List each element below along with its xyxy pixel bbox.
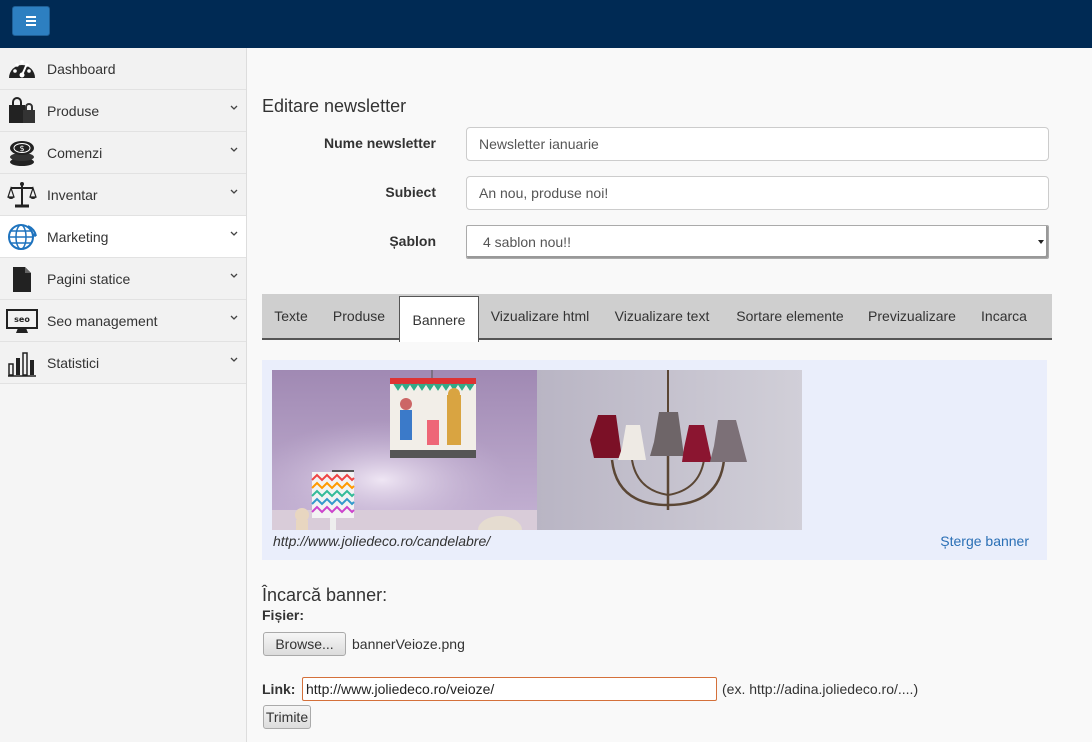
chevron-down-icon: [230, 315, 238, 320]
upload-banner-title: Încarcă banner:: [262, 585, 388, 605]
dashboard-gauge-icon: [6, 54, 38, 84]
template-select-value: 4 sablon nou!!: [483, 234, 571, 250]
delete-banner-link[interactable]: Șterge banner: [940, 533, 1029, 549]
svg-text:$: $: [19, 144, 24, 153]
tab-sortare-elemente[interactable]: Sortare elemente: [723, 294, 857, 338]
hamburger-menu-button[interactable]: [12, 6, 50, 36]
hamburger-icon: [26, 16, 36, 18]
file-label: Fișier:: [262, 607, 305, 623]
sidebar-item-label: Pagini statice: [47, 270, 131, 287]
chevron-down-icon: [230, 147, 238, 152]
tab-previzualizare[interactable]: Previzualizare: [857, 294, 967, 338]
newsletter-tabs: Texte Produse Bannere Vizualizare html V…: [262, 294, 1052, 342]
tab-texte[interactable]: Texte: [262, 294, 320, 338]
document-icon: [6, 264, 38, 294]
sidebar-item-pagini-statice[interactable]: Pagini statice: [0, 258, 246, 300]
newsletter-name-input[interactable]: [466, 127, 1049, 161]
chevron-down-icon: [230, 105, 238, 110]
newsletter-name-label: Nume newsletter: [323, 135, 436, 151]
subject-label: Subiect: [385, 184, 436, 200]
sidebar-item-marketing[interactable]: Marketing: [0, 216, 246, 258]
sidebar-item-inventar[interactable]: Inventar: [0, 174, 246, 216]
coins-icon: $: [6, 138, 38, 168]
template-select[interactable]: 4 sablon nou!!: [466, 225, 1049, 259]
sidebar-item-seo-management[interactable]: seo Seo management: [0, 300, 246, 342]
submit-button[interactable]: Trimite: [263, 705, 311, 729]
tab-bannere[interactable]: Bannere: [399, 296, 479, 342]
sidebar-item-statistici[interactable]: Statistici: [0, 342, 246, 384]
sidebar-item-label: Inventar: [47, 186, 98, 203]
sidebar-item-label: Statistici: [47, 354, 100, 371]
tab-produse[interactable]: Produse: [320, 294, 398, 338]
sidebar-item-label: Comenzi: [47, 144, 103, 161]
tab-vizualizare-text[interactable]: Vizualizare text: [601, 294, 723, 338]
browse-button[interactable]: Browse...: [263, 632, 346, 656]
banner-panel: http://www.joliedeco.ro/candelabre/ Șter…: [262, 360, 1047, 560]
svg-text:seo: seo: [14, 315, 30, 324]
link-hint: (ex. http://adina.joliedeco.ro/....): [722, 681, 919, 697]
chevron-down-icon: [230, 273, 238, 278]
sidebar-item-label: Seo management: [47, 312, 158, 329]
chevron-down-icon: [230, 231, 238, 236]
banner-link-text: http://www.joliedeco.ro/candelabre/: [273, 533, 491, 549]
sidebar-item-label: Produse: [47, 102, 100, 119]
sidebar: Dashboard Produse $ Comenzi Inventar Mar…: [0, 48, 247, 742]
banner-image[interactable]: [272, 370, 802, 530]
link-label: Link:: [262, 681, 296, 697]
selected-file-name: bannerVeioze.png: [352, 636, 465, 652]
sidebar-item-label: Marketing: [47, 228, 109, 245]
template-label: Șablon: [389, 233, 436, 249]
chevron-down-icon: [230, 189, 238, 194]
balance-scale-icon: [6, 180, 38, 210]
chevron-down-icon: [230, 357, 238, 362]
tab-incarca[interactable]: Incarca: [967, 294, 1041, 338]
banner-link-input[interactable]: [302, 677, 717, 701]
seo-monitor-icon: seo: [6, 306, 38, 336]
page-title: Editare newsletter: [262, 96, 407, 116]
shopping-bags-icon: [6, 96, 38, 126]
main-content: Editare newsletter Nume newsletter Subie…: [248, 48, 1092, 742]
globe-icon: [6, 222, 38, 252]
bar-chart-icon: [6, 348, 38, 378]
caret-down-icon: [1038, 240, 1044, 244]
sidebar-item-produse[interactable]: Produse: [0, 90, 246, 132]
tab-vizualizare-html[interactable]: Vizualizare html: [479, 294, 601, 338]
sidebar-item-dashboard[interactable]: Dashboard: [0, 48, 246, 90]
sidebar-item-comenzi[interactable]: $ Comenzi: [0, 132, 246, 174]
sidebar-item-label: Dashboard: [47, 60, 116, 77]
subject-input[interactable]: [466, 176, 1049, 210]
top-navbar: [0, 0, 1092, 48]
